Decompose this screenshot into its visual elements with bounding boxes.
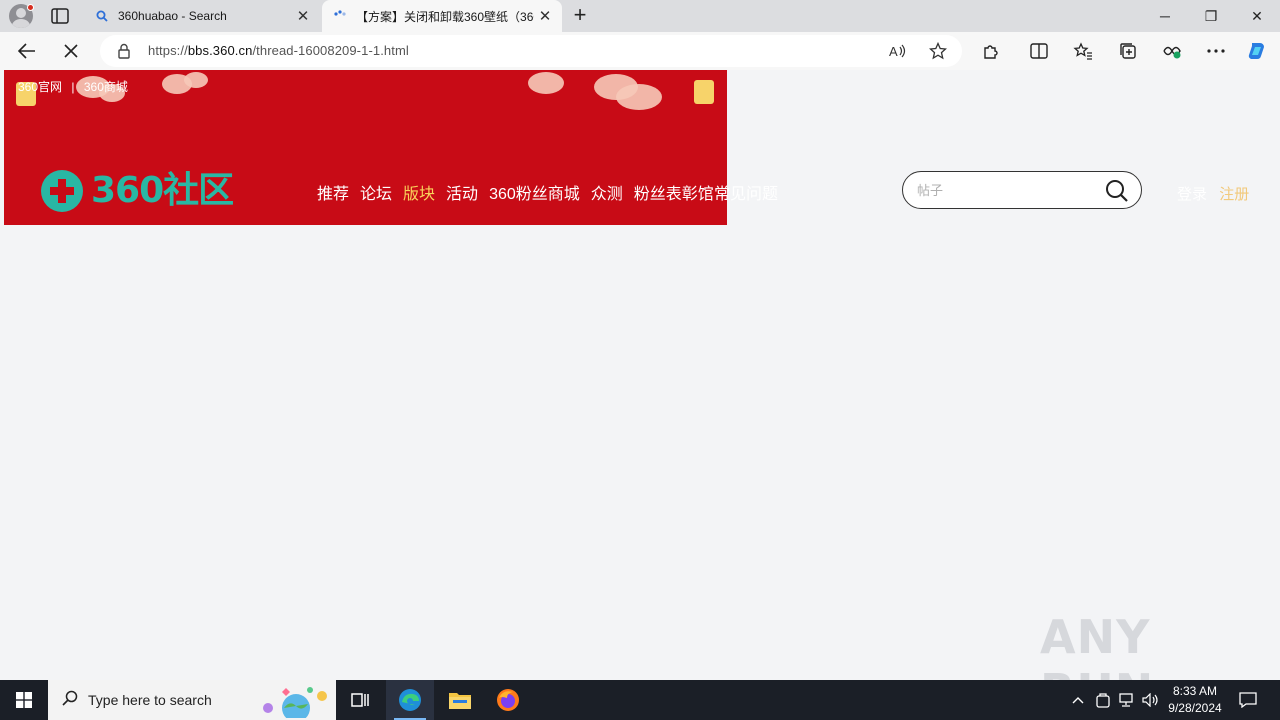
taskbar-search-box[interactable]: Type here to search xyxy=(48,680,336,720)
maximize-button[interactable]: ❐ xyxy=(1188,0,1234,32)
web-page: 360官网 | 360商城 360社区 推荐 论坛 版块 活动 360粉丝商城 … xyxy=(4,70,1276,718)
back-arrow-icon[interactable] xyxy=(16,40,38,62)
nav-item-recommend[interactable]: 推荐 xyxy=(317,180,349,204)
browser-title-bar: 360huabao - Search ✕ 【方案】关闭和卸载360壁纸（360画… xyxy=(0,0,1280,32)
security-tray-icon[interactable] xyxy=(1093,680,1113,720)
register-link[interactable]: 注册 xyxy=(1219,186,1249,203)
volume-icon[interactable] xyxy=(1141,680,1161,720)
network-icon[interactable] xyxy=(1117,680,1137,720)
browser-toolbar: https://bbs.360.cn/thread-16008209-1-1.h… xyxy=(0,32,1280,70)
firefox-icon[interactable] xyxy=(484,680,532,720)
lock-icon[interactable] xyxy=(117,43,131,64)
minimize-button[interactable]: ─ xyxy=(1142,0,1188,32)
search-icon xyxy=(94,8,110,24)
lantern-decoration-icon xyxy=(694,80,714,104)
search-icon[interactable] xyxy=(1105,179,1129,208)
top-links: 360官网 | 360商城 xyxy=(18,78,134,95)
main-navigation: 推荐 论坛 版块 活动 360粉丝商城 众测 粉丝表彰馆 xyxy=(317,180,714,204)
tab-bing-search[interactable]: 360huabao - Search ✕ xyxy=(84,0,320,32)
browser-essentials-icon[interactable] xyxy=(1161,40,1183,62)
profile-notification-badge xyxy=(27,4,34,11)
link-360-mall[interactable]: 360商城 xyxy=(84,80,128,94)
file-explorer-icon[interactable] xyxy=(436,680,484,720)
search-input[interactable] xyxy=(917,180,1097,200)
tab-title: 360huabao - Search xyxy=(118,9,227,23)
link-360-official[interactable]: 360官网 xyxy=(18,80,62,94)
url-text[interactable]: https://bbs.360.cn/thread-16008209-1-1.h… xyxy=(148,43,409,58)
search-icon xyxy=(62,690,78,711)
tab-actions-icon[interactable] xyxy=(50,7,70,25)
clock-date: 9/28/2024 xyxy=(1168,701,1222,715)
taskbar-search-text: Type here to search xyxy=(88,692,212,708)
logo-text: 360社区 xyxy=(91,170,234,211)
split-screen-icon[interactable] xyxy=(1028,40,1050,62)
close-window-button[interactable]: ✕ xyxy=(1234,0,1280,32)
extensions-icon[interactable] xyxy=(980,40,1002,62)
favorites-icon[interactable] xyxy=(1072,40,1094,62)
new-tab-button[interactable]: + xyxy=(568,4,592,27)
edge-taskbar-icon[interactable] xyxy=(386,680,434,720)
auth-links: 登录 注册 xyxy=(1177,183,1249,204)
favorite-star-icon[interactable] xyxy=(928,41,948,60)
task-view-icon[interactable] xyxy=(336,680,384,720)
read-aloud-icon[interactable]: A xyxy=(888,42,906,60)
more-options-icon[interactable] xyxy=(1205,40,1227,62)
stop-loading-icon[interactable] xyxy=(60,40,82,62)
clock-time: 8:33 AM xyxy=(1172,684,1218,698)
cloud-decoration-icon xyxy=(616,84,662,110)
svg-text:A: A xyxy=(889,44,898,59)
header-banner: 360官网 | 360商城 360社区 推荐 论坛 版块 活动 360粉丝商城 … xyxy=(4,70,727,225)
site-logo[interactable]: 360社区 xyxy=(41,168,251,214)
windows-taskbar: Type here to search 8:33 AM 9/28/2024 xyxy=(0,680,1280,720)
windows-start-icon[interactable] xyxy=(0,680,48,720)
login-link[interactable]: 登录 xyxy=(1177,186,1207,203)
search-highlight-icon xyxy=(260,684,332,720)
top-links-divider: | xyxy=(71,80,75,94)
logo-plus-icon xyxy=(41,170,83,212)
notifications-icon[interactable] xyxy=(1236,680,1260,720)
close-tab-icon[interactable]: ✕ xyxy=(292,5,314,27)
copilot-icon[interactable] xyxy=(1246,40,1268,62)
tab-title: 【方案】关闭和卸载360壁纸（360画报） xyxy=(356,9,534,24)
nav-item-events[interactable]: 活动 xyxy=(446,180,478,204)
nav-item-sections[interactable]: 版块 xyxy=(403,180,435,204)
loading-icon xyxy=(332,8,348,24)
system-clock[interactable]: 8:33 AM 9/28/2024 xyxy=(1160,683,1230,717)
cloud-decoration-icon xyxy=(184,72,208,88)
nav-item-forum[interactable]: 论坛 xyxy=(360,180,392,204)
collections-icon[interactable] xyxy=(1117,40,1139,62)
site-search-box[interactable] xyxy=(902,171,1142,209)
nav-item-fan-mall[interactable]: 360粉丝商城 xyxy=(489,180,580,204)
nav-item-fan-honors[interactable]: 粉丝表彰馆 xyxy=(634,180,714,204)
cloud-decoration-icon xyxy=(528,72,564,94)
nav-item-crowd-test[interactable]: 众测 xyxy=(591,180,623,204)
close-tab-icon[interactable]: ✕ xyxy=(534,5,556,27)
tab-bbs-thread[interactable]: 【方案】关闭和卸载360壁纸（360画报） ✕ xyxy=(322,0,562,32)
nav-item-faq[interactable]: 常见问题 xyxy=(714,180,778,204)
show-hidden-icons-icon[interactable] xyxy=(1068,680,1088,720)
address-bar[interactable]: https://bbs.360.cn/thread-16008209-1-1.h… xyxy=(100,35,962,67)
